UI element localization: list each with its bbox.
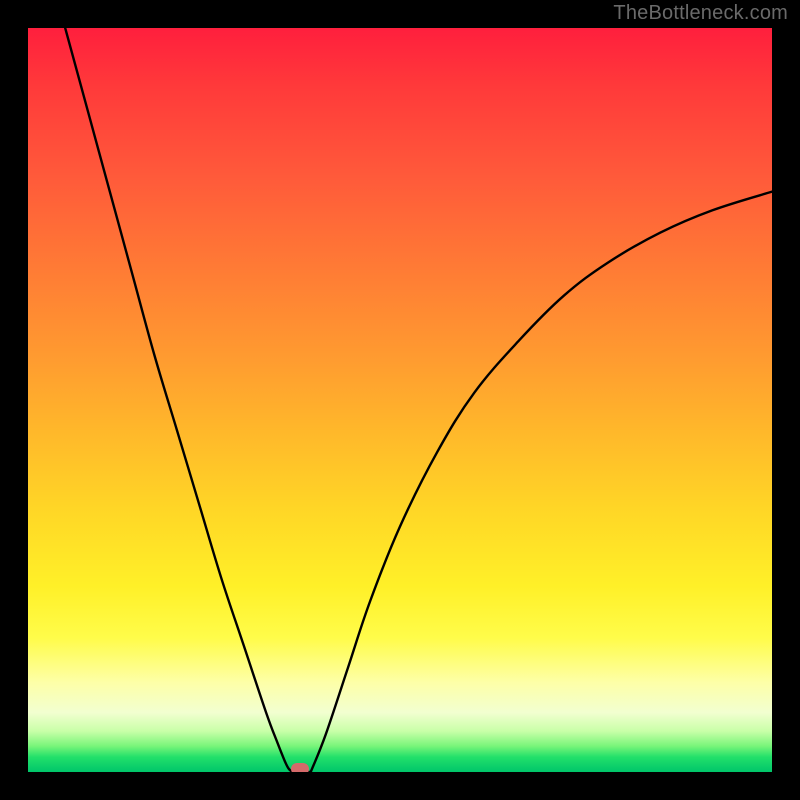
chart-frame: TheBottleneck.com <box>0 0 800 800</box>
curve-left <box>65 28 292 772</box>
curve-right <box>311 192 772 772</box>
curve-svg <box>28 28 772 772</box>
watermark-text: TheBottleneck.com <box>613 2 788 25</box>
plot-area <box>28 28 772 772</box>
optimal-marker <box>291 763 309 772</box>
